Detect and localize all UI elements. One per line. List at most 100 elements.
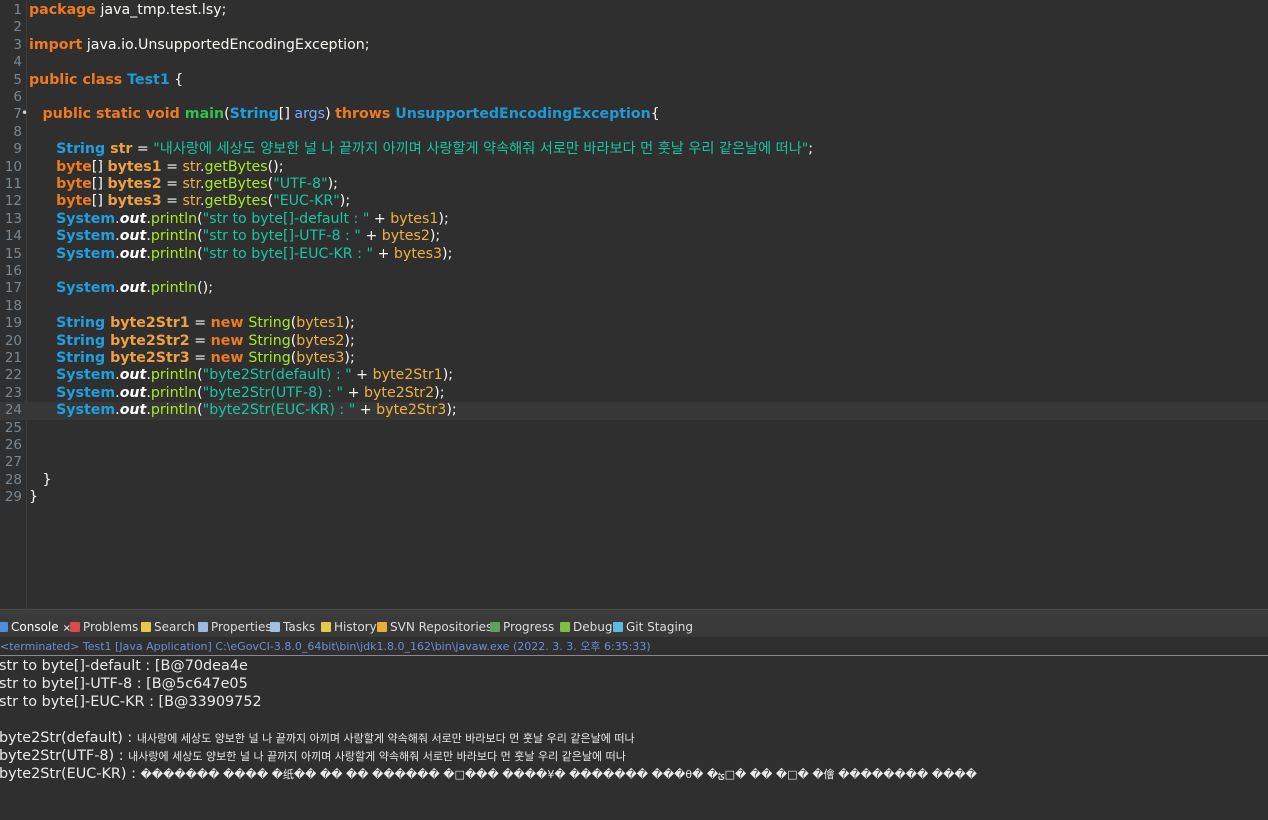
- code-line[interactable]: 5 public class Test1 {: [0, 72, 1268, 89]
- tab-search[interactable]: Search: [141, 619, 195, 635]
- code-token: println: [150, 402, 198, 419]
- tab-problems[interactable]: Problems: [70, 619, 138, 635]
- code-token: =: [132, 141, 154, 158]
- code-token: +: [369, 210, 391, 227]
- problems-icon: [70, 622, 80, 632]
- code-token: str: [182, 158, 200, 175]
- line-number: 5: [13, 71, 22, 88]
- history-icon: [321, 622, 331, 632]
- tab-label: Tasks: [283, 620, 316, 634]
- code-line[interactable]: 9 String str = "내사랑에 세상도 양보한 널 나 끝까지 아끼며…: [0, 141, 1268, 158]
- code-line[interactable]: 21 String byte2Str3 = new String(bytes3)…: [0, 350, 1268, 367]
- code-token: );: [344, 332, 355, 349]
- code-token: ;: [808, 141, 814, 158]
- console-line-value: 내사랑에 세상도 양보한 널 나 끝까지 아끼며 사랑할게 약속해줘 서로만 바…: [128, 750, 626, 763]
- console-line: byte2Str(UTF-8) : 내사랑에 세상도 양보한 널 나 끝까지 아…: [0, 747, 626, 766]
- code-line[interactable]: 26: [0, 437, 1268, 454]
- console-output[interactable]: str to byte[]-default : [B@70dea4e str to…: [0, 656, 1268, 820]
- tab-console[interactable]: Console ×: [0, 619, 71, 635]
- code-token: byte2Str3: [376, 402, 447, 419]
- tab-label: Debug: [573, 620, 613, 634]
- code-line[interactable]: 17 System.out.println();: [0, 280, 1268, 297]
- code-token: out: [119, 367, 147, 384]
- code-line[interactable]: 4: [0, 54, 1268, 71]
- code-token: );: [327, 176, 338, 192]
- tab-progress[interactable]: Progress: [490, 619, 554, 635]
- code-token: out: [119, 384, 147, 401]
- line-number: 2: [13, 19, 22, 36]
- line-number: 12: [4, 193, 22, 210]
- code-line[interactable]: 15 System.out.println("str to byte[]-EUC…: [0, 246, 1268, 263]
- code-line[interactable]: 19 String byte2Str1 = new String(bytes1)…: [0, 315, 1268, 332]
- code-token: str: [182, 176, 200, 192]
- code-line[interactable]: 12 byte[] bytes3 = str.getBytes("EUC-KR"…: [0, 193, 1268, 210]
- code-token: );: [434, 384, 445, 401]
- code-token: out: [119, 210, 147, 227]
- code-token: String: [56, 141, 111, 158]
- code-token: System: [56, 367, 116, 384]
- code-token: );: [442, 245, 453, 262]
- console-line: str to byte[]-EUC-KR : [B@33909752: [0, 693, 262, 711]
- code-line[interactable]: 24 System.out.println("byte2Str(EUC-KR) …: [0, 402, 1268, 420]
- code-token: "str to byte[]-UTF-8 : ": [202, 228, 361, 245]
- code-token: getBytes: [204, 158, 268, 175]
- code-line[interactable]: 23 System.out.println("byte2Str(UTF-8) :…: [0, 385, 1268, 402]
- code-line[interactable]: 14 System.out.println("str to byte[]-UTF…: [0, 228, 1268, 245]
- code-line[interactable]: 8: [0, 124, 1268, 141]
- code-token: String: [248, 315, 291, 332]
- code-editor[interactable]: 1 package java_tmp.test.lsy; 2 3 import java…: [0, 0, 1268, 609]
- line-number: 8: [13, 123, 22, 140]
- code-token: bytes1: [390, 210, 439, 227]
- breakpoint-marker[interactable]: •: [21, 105, 28, 122]
- code-token: main: [184, 106, 225, 123]
- line-number: 1: [13, 2, 22, 18]
- console-launch-info: <terminated> Test1 [Java Application] C:…: [0, 638, 1268, 656]
- tab-git-staging[interactable]: Git Staging: [613, 619, 693, 635]
- code-line[interactable]: 20 String byte2Str2 = new String(bytes2)…: [0, 333, 1268, 350]
- tab-properties[interactable]: Properties: [198, 619, 272, 635]
- code-token: java_tmp.test.lsy;: [95, 2, 227, 18]
- code-line[interactable]: 16: [0, 263, 1268, 280]
- code-line[interactable]: 10 byte[] bytes1 = str.getBytes();: [0, 159, 1268, 176]
- tab-tasks[interactable]: Tasks: [270, 619, 315, 635]
- code-line[interactable]: 25: [0, 420, 1268, 437]
- code-token: println: [150, 210, 198, 227]
- code-line[interactable]: 18: [0, 298, 1268, 315]
- code-token: String: [56, 315, 111, 332]
- code-line[interactable]: 13 System.out.println("str to byte[]-def…: [0, 211, 1268, 228]
- code-token: String: [248, 332, 291, 349]
- code-line[interactable]: 2: [0, 19, 1268, 36]
- line-number: 7: [13, 106, 22, 123]
- code-text: System.out.println("str to byte[]-EUC-KR…: [29, 246, 452, 263]
- code-line[interactable]: 22 System.out.println("byte2Str(default)…: [0, 367, 1268, 384]
- code-token: }: [29, 471, 52, 488]
- code-token: "str to byte[]-default : ": [202, 210, 370, 227]
- code-line[interactable]: 1 package java_tmp.test.lsy;: [0, 2, 1268, 19]
- tab-history[interactable]: History: [321, 619, 377, 635]
- code-token: java.io.UnsupportedEncodingException;: [82, 36, 370, 53]
- code-text: System.out.println();: [29, 280, 213, 297]
- code-line[interactable]: 11 byte[] bytes2 = str.getBytes("UTF-8")…: [0, 176, 1268, 193]
- code-token: =: [189, 350, 211, 366]
- console-line-label: str to byte[]-EUC-KR : [B@33909752: [0, 694, 262, 710]
- code-line[interactable]: 28 }: [0, 472, 1268, 489]
- code-text: }: [29, 489, 38, 506]
- code-line[interactable]: 3 import java.io.UnsupportedEncodingExcep…: [0, 37, 1268, 54]
- code-text: byte[] bytes1 = str.getBytes();: [29, 158, 283, 176]
- code-line[interactable]: 27: [0, 454, 1268, 471]
- tab-debug[interactable]: Debug: [560, 619, 612, 635]
- line-number: 16: [4, 263, 22, 279]
- code-token: byte2Str2: [110, 332, 190, 349]
- code-line[interactable]: 29}: [0, 489, 1268, 506]
- tab-svn-repositories[interactable]: SVN Repositories: [377, 619, 492, 635]
- code-token: System: [56, 280, 116, 297]
- console-line-label: byte2Str(UTF-8) :: [0, 748, 129, 764]
- code-token: out: [119, 402, 147, 419]
- code-line[interactable]: 6: [0, 89, 1268, 106]
- code-line[interactable]: 7 • public static void main(String[] args…: [0, 106, 1268, 123]
- console-line-value: ������� ���� �纸�� �� �� ������ �□��� ���…: [140, 768, 977, 781]
- code-token: "UTF-8": [273, 176, 328, 192]
